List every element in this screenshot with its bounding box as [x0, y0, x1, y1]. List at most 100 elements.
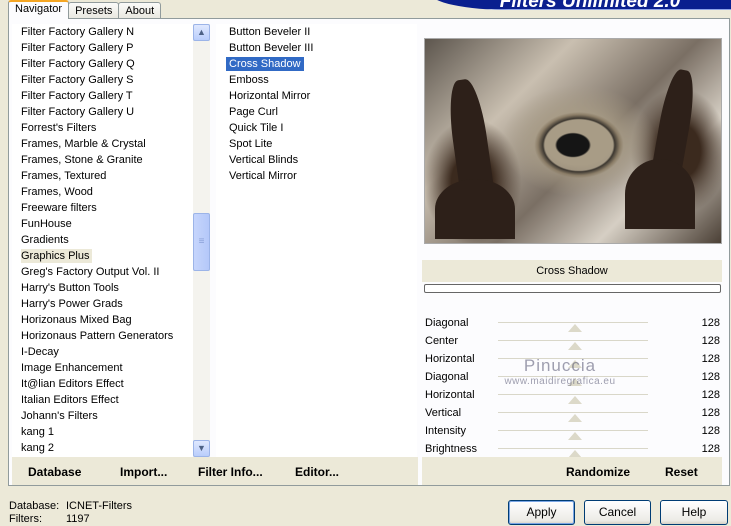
slider-track[interactable] — [498, 448, 648, 449]
category-label: Filter Factory Gallery Q — [21, 58, 135, 70]
slider-track[interactable] — [498, 394, 648, 395]
category-item[interactable]: Gradients — [12, 232, 192, 248]
category-item[interactable]: kang 1 — [12, 424, 192, 440]
category-item[interactable]: I-Decay — [12, 344, 192, 360]
category-item[interactable]: Horizonaus Pattern Generators — [12, 328, 192, 344]
category-item[interactable]: Forrest's Filters — [12, 120, 192, 136]
parameter-slider[interactable]: Horizontal 128 — [422, 386, 722, 404]
filter-item[interactable]: Cross Shadow — [216, 56, 417, 72]
filter-item[interactable]: Emboss — [216, 72, 417, 88]
parameter-label: Diagonal — [425, 371, 469, 383]
parameter-label: Center — [425, 335, 459, 347]
scroll-up-button[interactable]: ▲ — [193, 24, 210, 41]
category-scrollbar[interactable]: ▲ ≡ ▼ — [193, 24, 210, 457]
filter-item[interactable]: Button Beveler III — [216, 40, 417, 56]
category-item[interactable]: Frames, Marble & Crystal — [12, 136, 192, 152]
category-item[interactable]: Horizonaus Mixed Bag — [12, 312, 192, 328]
slider-thumb[interactable] — [568, 414, 582, 422]
editor-link[interactable]: Editor... — [295, 465, 339, 479]
category-item[interactable]: Johann's Filters — [12, 408, 192, 424]
reset-link[interactable]: Reset — [665, 465, 698, 479]
parameter-value: 128 — [701, 317, 720, 329]
slider-track[interactable] — [498, 322, 648, 323]
tab-navigator[interactable]: Navigator — [8, 0, 70, 19]
category-list[interactable]: Filter Factory Gallery N Filter Factory G… — [12, 24, 210, 457]
category-item[interactable]: kang 2 — [12, 440, 192, 456]
randomize-link[interactable]: Randomize — [566, 465, 630, 479]
cancel-button[interactable]: Cancel — [584, 500, 651, 525]
list-action-bar: Database Import... Filter Info... Editor… — [12, 457, 418, 485]
category-label: Forrest's Filters — [21, 122, 97, 134]
filter-item[interactable]: Button Beveler II — [216, 24, 417, 40]
database-link[interactable]: Database — [28, 465, 81, 479]
category-item[interactable]: Filter Factory Gallery P — [12, 40, 192, 56]
parameter-slider[interactable]: Vertical 128 — [422, 404, 722, 422]
category-item[interactable]: Frames, Textured — [12, 168, 192, 184]
parameter-slider[interactable]: Intensity 128 — [422, 422, 722, 440]
parameter-value: 128 — [701, 443, 720, 455]
filter-item[interactable]: Vertical Mirror — [216, 168, 417, 184]
tab-presets[interactable]: Presets — [68, 2, 120, 19]
parameter-slider[interactable]: Center 128 — [422, 332, 722, 350]
slider-track[interactable] — [498, 412, 648, 413]
slider-thumb[interactable] — [568, 432, 582, 440]
slider-thumb[interactable] — [568, 378, 582, 386]
category-label: Image Enhancement — [21, 362, 123, 374]
preview-action-bar: Randomize Reset — [422, 457, 722, 485]
filter-item[interactable]: Vertical Blinds — [216, 152, 417, 168]
category-item[interactable]: Filter Factory Gallery N — [12, 24, 192, 40]
category-item[interactable]: Harry's Power Grads — [12, 296, 192, 312]
slider-track[interactable] — [498, 340, 648, 341]
filter-item[interactable]: Spot Lite — [216, 136, 417, 152]
category-label: I-Decay — [21, 346, 59, 358]
category-item[interactable]: Filter Factory Gallery T — [12, 88, 192, 104]
slider-thumb[interactable] — [568, 396, 582, 404]
filter-info-link[interactable]: Filter Info... — [198, 465, 263, 479]
filter-list[interactable]: Button Beveler II Button Beveler III Cross… — [216, 24, 417, 457]
slider-thumb[interactable] — [568, 360, 582, 368]
category-item[interactable]: Harry's Button Tools — [12, 280, 192, 296]
filter-label: Quick Tile I — [229, 122, 284, 134]
scroll-thumb[interactable]: ≡ — [193, 213, 210, 271]
category-item[interactable]: Italian Editors Effect — [12, 392, 192, 408]
preview-image — [424, 38, 722, 244]
filter-item[interactable]: Quick Tile I — [216, 120, 417, 136]
parameter-slider[interactable]: Horizontal 128 — [422, 350, 722, 368]
category-label: Horizonaus Pattern Generators — [21, 330, 174, 342]
category-item[interactable]: Graphics Plus — [12, 248, 192, 264]
parameter-slider[interactable]: Brightness 128 — [422, 440, 722, 458]
app-banner: Filters Unlimited 2.0 — [430, 0, 731, 10]
parameter-slider[interactable]: Diagonal 128 — [422, 314, 722, 332]
category-item[interactable]: Greg's Factory Output Vol. II — [12, 264, 192, 280]
category-item[interactable]: Frames, Stone & Granite — [12, 152, 192, 168]
slider-track[interactable] — [498, 358, 648, 359]
category-item[interactable]: Filter Factory Gallery Q — [12, 56, 192, 72]
parameter-label: Intensity — [425, 425, 466, 437]
slider-thumb[interactable] — [568, 324, 582, 332]
parameter-slider[interactable]: Diagonal 128 — [422, 368, 722, 386]
database-value: ICNET-Filters — [66, 500, 132, 512]
category-item[interactable]: Filter Factory Gallery S — [12, 72, 192, 88]
parameter-label: Horizontal — [425, 389, 475, 401]
help-button[interactable]: Help — [660, 500, 728, 525]
slider-thumb[interactable] — [568, 342, 582, 350]
category-item[interactable]: Image Enhancement — [12, 360, 192, 376]
category-item[interactable]: It@lian Editors Effect — [12, 376, 192, 392]
category-item[interactable]: Filter Factory Gallery U — [12, 104, 192, 120]
category-item[interactable]: FunHouse — [12, 216, 192, 232]
category-label: Frames, Marble & Crystal — [21, 138, 146, 150]
category-label: Gradients — [21, 234, 69, 246]
scroll-down-button[interactable]: ▼ — [193, 440, 210, 457]
category-label: Horizonaus Mixed Bag — [21, 314, 132, 326]
import-link[interactable]: Import... — [120, 465, 167, 479]
tab-about[interactable]: About — [118, 2, 162, 19]
apply-button[interactable]: Apply — [508, 500, 575, 525]
filter-item[interactable]: Page Curl — [216, 104, 417, 120]
category-item[interactable]: Frames, Wood — [12, 184, 192, 200]
filter-item[interactable]: Horizontal Mirror — [216, 88, 417, 104]
category-item[interactable]: Freeware filters — [12, 200, 192, 216]
filter-label: Vertical Mirror — [229, 170, 297, 182]
preview-area: Cross Shadow Diagonal 128 Center 128 Horizon… — [422, 24, 722, 458]
slider-track[interactable] — [498, 430, 648, 431]
slider-track[interactable] — [498, 376, 648, 377]
